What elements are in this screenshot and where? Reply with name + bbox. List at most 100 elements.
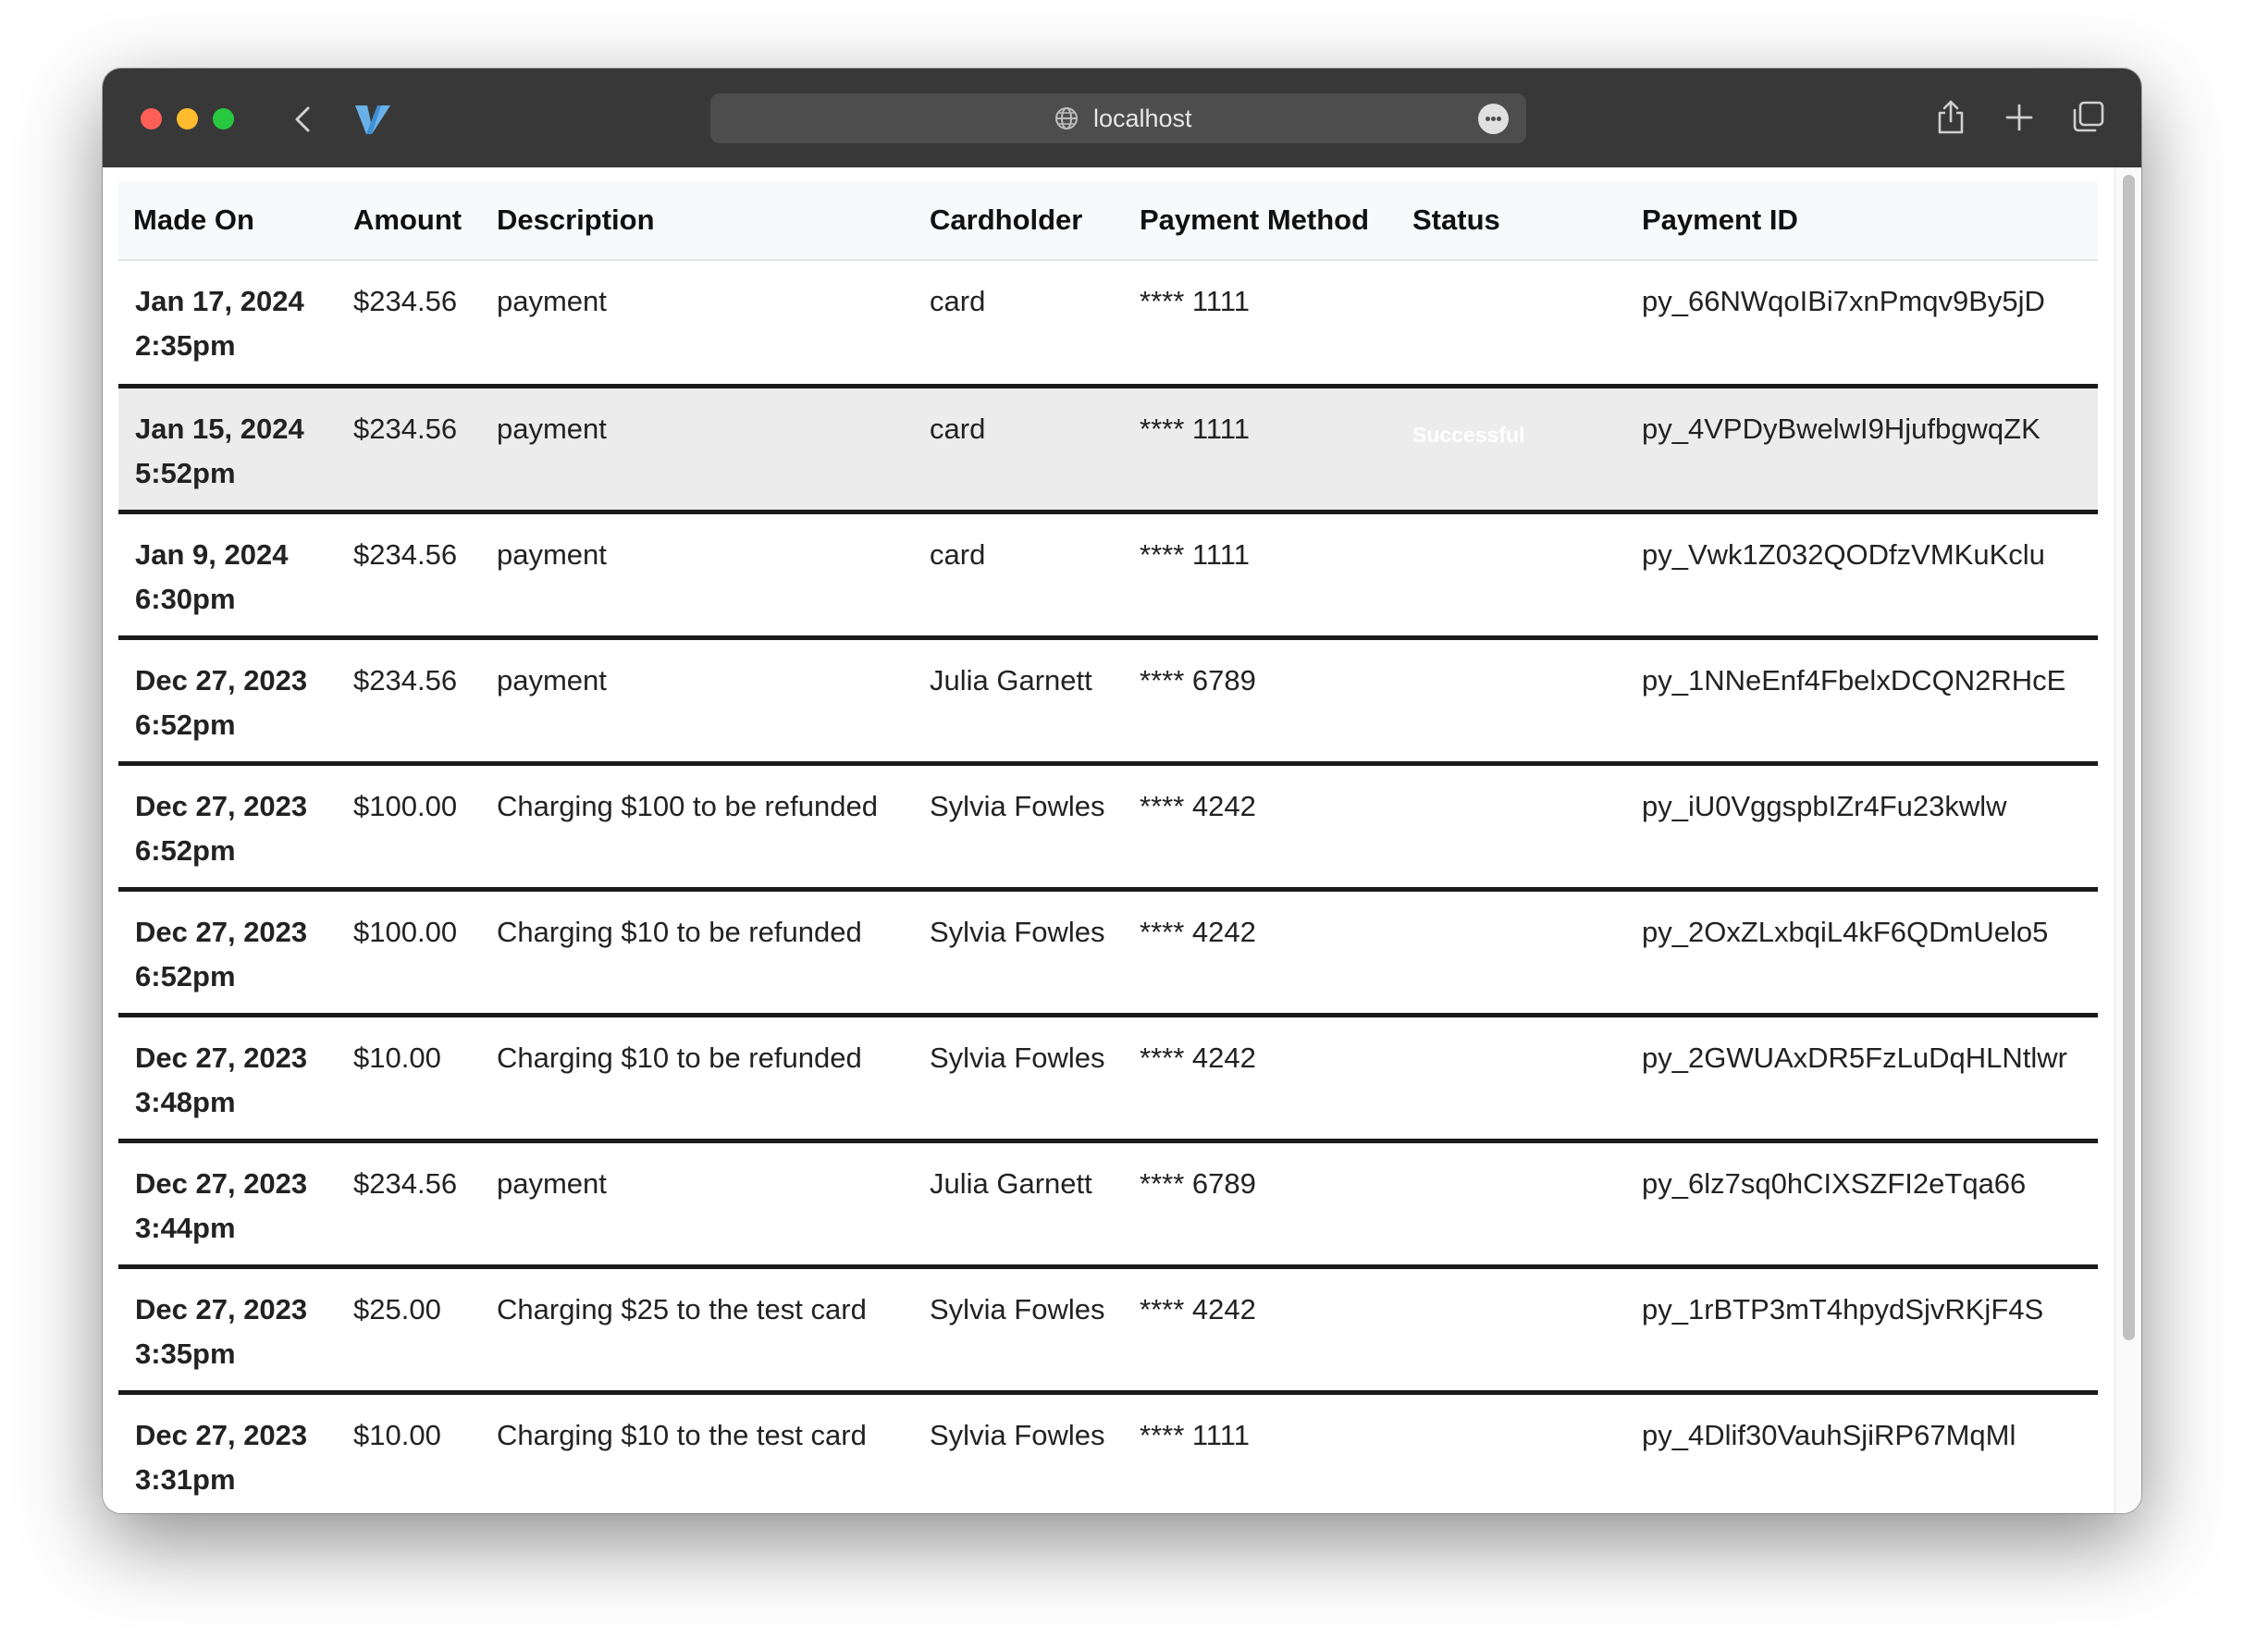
made-on-date: Dec 27, 2023 bbox=[135, 1418, 308, 1451]
description-text: Charging $10 to be refunded bbox=[497, 1041, 862, 1074]
amount-text: $100.00 bbox=[353, 915, 458, 948]
table-row[interactable]: Dec 27, 2023 6:52pm $100.00 Charging $100 t… bbox=[118, 763, 2098, 892]
made-on-time: 6:52pm bbox=[135, 833, 236, 867]
cardholder-text: Sylvia Fowles bbox=[930, 1418, 1105, 1451]
vertical-scrollbar[interactable] bbox=[2115, 167, 2141, 1513]
cardholder-cell: card bbox=[915, 386, 1125, 514]
description-text: Charging $25 to the test card bbox=[497, 1292, 867, 1325]
status-cell bbox=[1398, 637, 1627, 766]
cardholder-text: Sylvia Fowles bbox=[930, 789, 1105, 822]
amount-cell: $234.56 bbox=[339, 512, 482, 640]
payment-id-cell: py_iU0VggspbIZr4Fu23kwlw bbox=[1627, 763, 2098, 892]
payment-method-cell: **** 4242 bbox=[1125, 889, 1398, 1017]
amount-cell: $234.56 bbox=[339, 1140, 482, 1269]
cardholder-text: Sylvia Fowles bbox=[930, 1041, 1105, 1074]
table-row[interactable]: Dec 27, 2023 3:44pm $234.56 payment Julia Ga… bbox=[118, 1140, 2098, 1269]
status-cell bbox=[1398, 763, 1627, 892]
description-cell: Charging $25 to the test card bbox=[482, 1266, 915, 1395]
column-header-payment-method[interactable]: Payment Method bbox=[1125, 181, 1398, 261]
payment-id-text: py_Vwk1Z032QODfzVMKuKclu bbox=[1642, 537, 2045, 571]
amount-text: $25.00 bbox=[353, 1292, 441, 1325]
zoom-window-button[interactable] bbox=[213, 108, 234, 129]
amount-cell: $234.56 bbox=[339, 386, 482, 514]
payment-method-text: **** 6789 bbox=[1140, 663, 1256, 697]
page-content: Made On Amount Description Cardholder Pa… bbox=[103, 167, 2141, 1513]
share-icon[interactable] bbox=[1934, 97, 1967, 136]
description-text: payment bbox=[497, 285, 607, 317]
made-on-cell: Dec 27, 2023 6:52pm bbox=[118, 637, 339, 766]
made-on-time: 6:30pm bbox=[135, 582, 236, 615]
made-on-cell: Dec 27, 2023 3:35pm bbox=[118, 1266, 339, 1395]
description-cell: payment bbox=[482, 1140, 915, 1269]
payment-id-text: py_1rBTP3mT4hpydSjvRKjF4S bbox=[1642, 1292, 2044, 1325]
payment-method-text: **** 4242 bbox=[1140, 915, 1256, 948]
payment-method-cell: **** 4242 bbox=[1125, 763, 1398, 892]
cardholder-text: Sylvia Fowles bbox=[930, 1292, 1105, 1325]
cardholder-cell: Sylvia Fowles bbox=[915, 889, 1125, 1017]
table-row[interactable]: Dec 27, 2023 6:52pm $100.00 Charging $10 to… bbox=[118, 889, 2098, 1017]
column-header-amount[interactable]: Amount bbox=[339, 181, 482, 261]
payments-table-body: Jan 17, 2024 2:35pm $234.56 payment card ****… bbox=[118, 260, 2098, 1513]
payment-id-cell: py_6lz7sq0hCIXSZFI2eTqa66 bbox=[1627, 1140, 2098, 1269]
payment-id-cell: py_2GWUAxDR5FzLuDqHLNtlwr bbox=[1627, 1015, 2098, 1143]
column-header-status[interactable]: Status bbox=[1398, 181, 1627, 261]
minimize-window-button[interactable] bbox=[177, 108, 198, 129]
table-row[interactable]: Jan 9, 2024 6:30pm $234.56 payment card **** … bbox=[118, 512, 2098, 640]
back-arrow-icon[interactable] bbox=[288, 103, 321, 136]
made-on-time: 6:52pm bbox=[135, 959, 236, 992]
payment-method-text: **** 4242 bbox=[1140, 1292, 1256, 1325]
made-on-date: Jan 17, 2024 bbox=[135, 285, 304, 317]
cardholder-cell: Sylvia Fowles bbox=[915, 1015, 1125, 1143]
amount-text: $234.56 bbox=[353, 412, 458, 445]
amount-cell: $100.00 bbox=[339, 763, 482, 892]
table-row[interactable]: Dec 27, 2023 3:35pm $25.00 Charging $25 to … bbox=[118, 1266, 2098, 1395]
table-row[interactable]: Dec 27, 2023 3:48pm $10.00 Charging $10 to … bbox=[118, 1015, 2098, 1143]
description-text: payment bbox=[497, 412, 607, 445]
scrollbar-thumb[interactable] bbox=[2123, 175, 2135, 1340]
url-text: localhost bbox=[1093, 105, 1192, 132]
table-row[interactable]: Jan 17, 2024 2:35pm $234.56 payment card ****… bbox=[118, 260, 2098, 388]
made-on-date: Dec 27, 2023 bbox=[135, 1292, 308, 1325]
amount-cell: $234.56 bbox=[339, 260, 482, 388]
description-text: Charging $10 to be refunded bbox=[497, 915, 862, 948]
table-row[interactable]: Dec 27, 2023 3:31pm $10.00 Charging $10 to … bbox=[118, 1392, 2098, 1513]
description-cell: payment bbox=[482, 512, 915, 640]
address-bar[interactable]: localhost bbox=[710, 93, 1526, 143]
made-on-date: Dec 27, 2023 bbox=[135, 915, 308, 948]
tab-overview-icon[interactable] bbox=[2071, 99, 2106, 134]
more-options-icon[interactable] bbox=[1478, 104, 1509, 134]
column-header-description[interactable]: Description bbox=[482, 181, 915, 261]
cardholder-cell: Sylvia Fowles bbox=[915, 1266, 1125, 1395]
made-on-cell: Dec 27, 2023 6:52pm bbox=[118, 889, 339, 1017]
description-cell: Charging $100 to be refunded bbox=[482, 763, 915, 892]
status-cell: Successful bbox=[1398, 386, 1627, 514]
status-cell bbox=[1398, 1015, 1627, 1143]
globe-icon bbox=[1055, 107, 1078, 129]
payment-id-text: py_iU0VggspbIZr4Fu23kwlw bbox=[1642, 789, 2007, 822]
status-badge: Successful bbox=[1412, 422, 1525, 447]
payment-method-text: **** 4242 bbox=[1140, 789, 1256, 822]
payment-id-cell: py_Vwk1Z032QODfzVMKuKclu bbox=[1627, 512, 2098, 640]
close-window-button[interactable] bbox=[141, 108, 162, 129]
cardholder-text: Sylvia Fowles bbox=[930, 915, 1105, 948]
cardholder-text: card bbox=[930, 285, 986, 317]
new-tab-plus-icon[interactable] bbox=[2003, 101, 2036, 134]
made-on-time: 5:52pm bbox=[135, 456, 236, 489]
column-header-payment-id[interactable]: Payment ID bbox=[1627, 181, 2098, 261]
column-header-made-on[interactable]: Made On bbox=[118, 181, 339, 261]
column-header-cardholder[interactable]: Cardholder bbox=[915, 181, 1125, 261]
amount-text: $234.56 bbox=[353, 1166, 458, 1200]
made-on-time: 3:31pm bbox=[135, 1462, 236, 1496]
description-text: payment bbox=[497, 663, 607, 697]
table-header-row: Made On Amount Description Cardholder Pa… bbox=[118, 181, 2098, 261]
made-on-cell: Dec 27, 2023 6:52pm bbox=[118, 763, 339, 892]
table-row[interactable]: Jan 15, 2024 5:52pm $234.56 payment card ****… bbox=[118, 386, 2098, 514]
table-row[interactable]: Dec 27, 2023 6:52pm $234.56 payment Julia Ga… bbox=[118, 637, 2098, 766]
payment-id-text: py_2GWUAxDR5FzLuDqHLNtlwr bbox=[1642, 1041, 2067, 1074]
payment-id-cell: py_1rBTP3mT4hpydSjvRKjF4S bbox=[1627, 1266, 2098, 1395]
payment-method-text: **** 1111 bbox=[1140, 1418, 1250, 1451]
made-on-time: 2:35pm bbox=[135, 329, 236, 362]
cardholder-cell: Sylvia Fowles bbox=[915, 763, 1125, 892]
description-cell: payment bbox=[482, 637, 915, 766]
description-cell: Charging $10 to be refunded bbox=[482, 1015, 915, 1143]
